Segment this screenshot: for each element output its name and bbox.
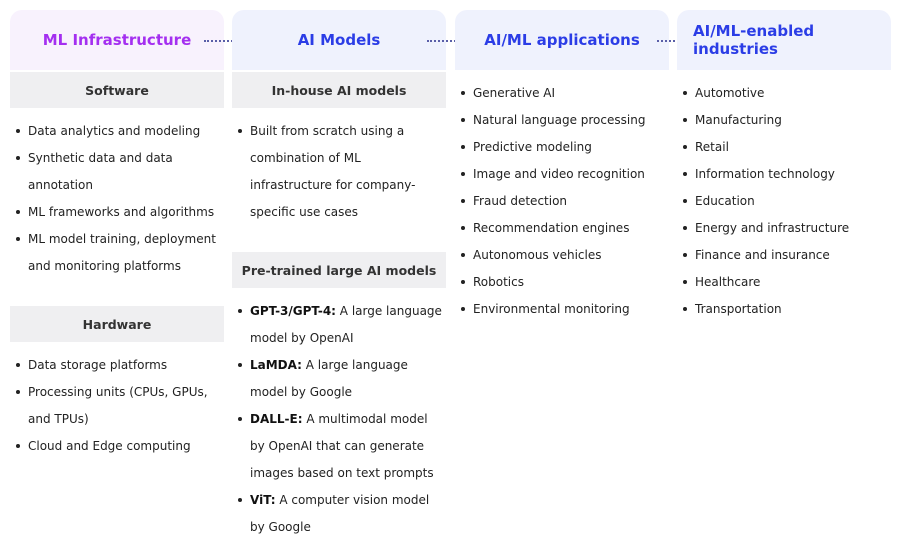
software-list: Data analytics and modeling Synthetic da…: [10, 108, 224, 280]
list-item: Environmental monitoring: [461, 296, 669, 323]
column-ml-infrastructure: ML Infrastructure Software Data analytic…: [10, 10, 224, 460]
applications-list: Generative AI Natural language processin…: [455, 70, 669, 323]
column-title: AI Models: [232, 10, 446, 70]
list-item: ViT: A computer vision model by Google: [238, 487, 446, 541]
list-item: Generative AI: [461, 80, 669, 107]
section-heading-in-house: In-house AI models: [232, 72, 446, 108]
model-name: LaMDA:: [250, 358, 302, 372]
list-item: ML frameworks and algorithms: [16, 199, 224, 226]
list-item: ML model training, deployment and monito…: [16, 226, 224, 280]
list-item: Manufacturing: [683, 107, 891, 134]
list-item: Autonomous vehicles: [461, 242, 669, 269]
column-title: AI/ML applications: [455, 10, 669, 70]
list-item: Finance and insurance: [683, 242, 891, 269]
list-item: Data analytics and modeling: [16, 118, 224, 145]
list-item: LaMDA: A large language model by Google: [238, 352, 446, 406]
section-heading-pretrained: Pre-trained large AI models: [232, 252, 446, 288]
column-industries: AI/ML-enabled industries Automotive Manu…: [677, 10, 891, 323]
list-item: Robotics: [461, 269, 669, 296]
list-item: Cloud and Edge computing: [16, 433, 224, 460]
list-item: Built from scratch using a combination o…: [238, 118, 446, 226]
model-desc: A computer vision model by Google: [250, 493, 430, 534]
list-item: Predictive modeling: [461, 134, 669, 161]
model-name: ViT:: [250, 493, 276, 507]
in-house-list: Built from scratch using a combination o…: [232, 108, 446, 236]
column-title: AI/ML-enabled industries: [677, 10, 891, 70]
list-item: GPT-3/GPT-4: A large language model by O…: [238, 298, 446, 352]
list-item: Data storage platforms: [16, 352, 224, 379]
industries-list: Automotive Manufacturing Retail Informat…: [677, 70, 891, 323]
list-item: Energy and infrastructure: [683, 215, 891, 242]
list-item: Education: [683, 188, 891, 215]
column-applications: AI/ML applications Generative AI Natural…: [455, 10, 669, 323]
list-item: Processing units (CPUs, GPUs, and TPUs): [16, 379, 224, 433]
hardware-list: Data storage platforms Processing units …: [10, 342, 224, 460]
column-title: ML Infrastructure: [10, 10, 224, 70]
list-item: Fraud detection: [461, 188, 669, 215]
list-item: Retail: [683, 134, 891, 161]
section-heading-hardware: Hardware: [10, 306, 224, 342]
list-item: Recommendation engines: [461, 215, 669, 242]
column-ai-models: AI Models In-house AI models Built from …: [232, 10, 446, 541]
list-item: Image and video recognition: [461, 161, 669, 188]
list-item: Information technology: [683, 161, 891, 188]
list-item: Synthetic data and data annotation: [16, 145, 224, 199]
list-item: Healthcare: [683, 269, 891, 296]
list-item: Transportation: [683, 296, 891, 323]
section-heading-software: Software: [10, 72, 224, 108]
list-item: Automotive: [683, 80, 891, 107]
model-name: GPT-3/GPT-4:: [250, 304, 336, 318]
pretrained-list: GPT-3/GPT-4: A large language model by O…: [232, 288, 446, 541]
model-name: DALL-E:: [250, 412, 303, 426]
list-item: DALL-E: A multimodal model by OpenAI tha…: [238, 406, 446, 487]
list-item: Natural language processing: [461, 107, 669, 134]
